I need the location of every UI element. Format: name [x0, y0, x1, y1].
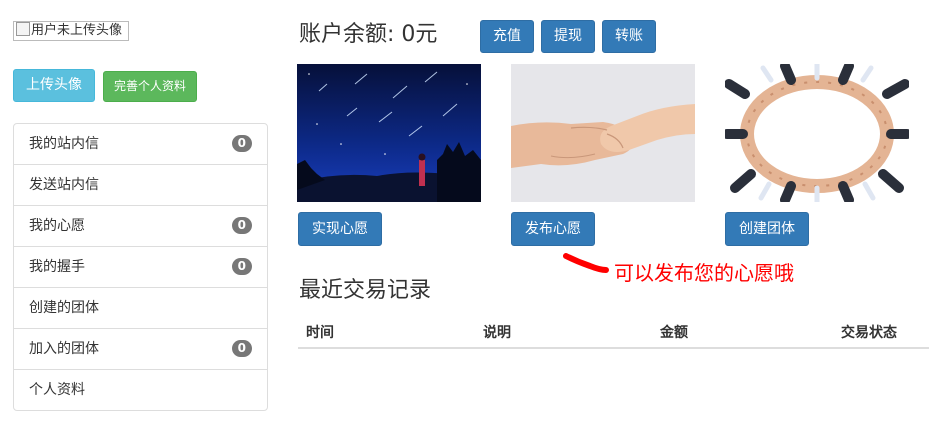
transactions-table-header: 时间 说明 金额 交易状态 — [298, 312, 929, 349]
column-header-description: 说明 — [483, 325, 511, 341]
upload-avatar-button[interactable]: 上传头像 — [13, 69, 95, 102]
broken-image-icon — [16, 22, 30, 36]
complete-profile-button[interactable]: 完善个人资料 — [103, 71, 197, 102]
annotation-brush-stroke — [563, 253, 609, 273]
sidebar-item-send-message[interactable]: 发送站内信 — [14, 165, 267, 206]
sidebar-item-my-messages[interactable]: 我的站内信 0 — [14, 124, 267, 165]
sidebar-item-my-wishes[interactable]: 我的心愿 0 — [14, 206, 267, 247]
create-group-button[interactable]: 创建团体 — [725, 212, 809, 246]
recharge-button[interactable]: 充值 — [480, 20, 534, 53]
sidebar-item-label: 加入的团体 — [29, 341, 99, 357]
realize-wish-button[interactable]: 实现心愿 — [298, 212, 382, 246]
night-sky-meteor-image — [297, 64, 481, 202]
transfer-button[interactable]: 转账 — [602, 20, 656, 53]
annotation-text: 可以发布您的心愿哦 — [614, 261, 794, 285]
count-badge: 0 — [231, 340, 252, 357]
sidebar-item-label: 个人资料 — [29, 382, 85, 398]
publish-wish-button[interactable]: 发布心愿 — [511, 212, 595, 246]
withdraw-button[interactable]: 提现 — [541, 20, 595, 53]
sidebar-item-label: 发送站内信 — [29, 177, 99, 193]
sidebar-item-profile[interactable]: 个人资料 — [14, 370, 267, 410]
sidebar-item-created-groups[interactable]: 创建的团体 — [14, 288, 267, 329]
sidebar-item-joined-groups[interactable]: 加入的团体 0 — [14, 329, 267, 370]
sidebar-item-label: 我的握手 — [29, 259, 85, 275]
sidebar-item-label: 我的心愿 — [29, 218, 85, 234]
sidebar-item-label: 创建的团体 — [29, 300, 99, 316]
column-header-amount: 金额 — [660, 325, 688, 341]
account-balance: 账户余额: 0元 — [299, 22, 438, 47]
column-header-time: 时间 — [306, 325, 334, 341]
sidebar-item-label: 我的站内信 — [29, 136, 99, 152]
sidebar-menu: 我的站内信 0 发送站内信 我的心愿 0 我的握手 0 创建的团体 加入的团体 … — [13, 123, 268, 411]
sidebar-item-my-handshakes[interactable]: 我的握手 0 — [14, 247, 267, 288]
count-badge: 0 — [231, 217, 252, 234]
hands-circle-image — [725, 64, 909, 202]
column-header-status: 交易状态 — [841, 325, 897, 341]
avatar: 用户未上传头像 — [13, 21, 129, 41]
handshake-image — [511, 64, 695, 202]
count-badge: 0 — [231, 135, 252, 152]
recent-transactions-title: 最近交易记录 — [299, 278, 432, 303]
count-badge: 0 — [231, 258, 252, 275]
avatar-alt-text: 用户未上传头像 — [31, 23, 123, 38]
